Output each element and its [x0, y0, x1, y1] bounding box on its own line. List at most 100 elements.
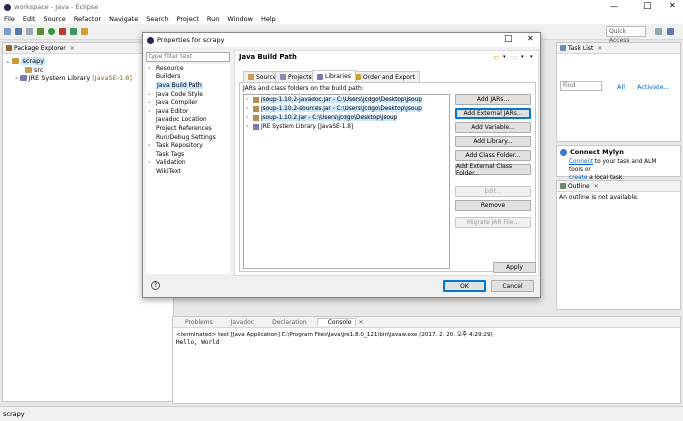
- build-path-entry[interactable]: › jsoup-1.10.2-sources.jar - C:\Users\jcd…: [244, 104, 449, 113]
- activate-link[interactable]: Activate...: [637, 83, 670, 91]
- tab-console[interactable]: Console: [316, 318, 356, 326]
- minimize-button[interactable]: —: [610, 2, 618, 11]
- close-view-icon[interactable]: ✕: [70, 45, 75, 52]
- open-type-icon[interactable]: [81, 28, 88, 35]
- java-perspective-icon[interactable]: [667, 28, 674, 35]
- nav-item-java-code-style[interactable]: › Java Code Style: [146, 90, 230, 99]
- nav-item-project-references[interactable]: Project References: [146, 124, 230, 133]
- task-find-input[interactable]: Find: [560, 81, 602, 91]
- add-variable-button[interactable]: Add Variable...: [455, 122, 531, 133]
- nav-item-javadoc-location[interactable]: Javadoc Location: [146, 116, 230, 125]
- menu-help[interactable]: Help: [261, 15, 276, 23]
- expand-icon[interactable]: ›: [246, 115, 253, 121]
- nav-item-task-tags[interactable]: Task Tags: [146, 150, 230, 159]
- menu-refactor[interactable]: Refactor: [74, 15, 101, 23]
- tab-declaration[interactable]: Declaration: [264, 319, 307, 326]
- expand-icon[interactable]: ›: [148, 142, 156, 149]
- all-link[interactable]: All: [617, 83, 625, 91]
- menu-window[interactable]: Window: [227, 15, 253, 23]
- dropdown-arrow-icon[interactable]: ▾: [503, 54, 506, 60]
- tree-item-project[interactable]: ⌄ scrapy: [5, 57, 46, 65]
- nav-item-wikitext[interactable]: WikiText: [146, 167, 230, 176]
- add-class-folder-button[interactable]: Add Class Folder...: [455, 150, 531, 161]
- expand-icon[interactable]: ›: [246, 106, 253, 112]
- tab-libraries[interactable]: Libraries: [312, 70, 356, 82]
- entry-label: JRE System Library [JavaSE-1.8]: [261, 123, 354, 130]
- outline-tab[interactable]: Outline ✕: [557, 181, 680, 192]
- menu-edit[interactable]: Edit: [23, 15, 36, 23]
- console-terminated-line: <terminated> test [Java Application] C:\…: [176, 332, 493, 338]
- maximize-button[interactable]: □: [643, 1, 652, 11]
- nav-item-java-compiler[interactable]: › Java Compiler: [146, 98, 230, 107]
- run-icon[interactable]: [48, 28, 55, 35]
- menu-search[interactable]: Search: [146, 15, 168, 23]
- close-button[interactable]: ✕: [669, 1, 676, 10]
- menu-project[interactable]: Project: [177, 15, 199, 23]
- build-path-entry[interactable]: › jsoup-1.10.2.jar - C:\Users\jcdgo\Deskt…: [244, 113, 449, 122]
- remove-button[interactable]: Remove: [455, 200, 531, 211]
- print-icon[interactable]: [26, 28, 33, 35]
- save-icon[interactable]: [15, 28, 22, 35]
- add-jars-button[interactable]: Add JARs...: [455, 94, 531, 105]
- task-list-tab[interactable]: Task List ✕: [557, 43, 680, 54]
- build-path-entry[interactable]: › JRE System Library [JavaSE-1.8]: [244, 122, 449, 131]
- debug-icon[interactable]: [37, 28, 44, 35]
- expand-icon[interactable]: ›: [246, 97, 253, 103]
- libraries-page: JARs and class folders on the build path…: [239, 82, 536, 272]
- edit-button[interactable]: Edit...: [455, 186, 531, 197]
- add-external-jars-button[interactable]: Add External JARs...: [455, 108, 531, 119]
- dropdown-arrow-icon[interactable]: ▾: [521, 54, 524, 60]
- tab-projects[interactable]: Projects: [275, 71, 317, 82]
- tree-item-jre[interactable]: › JRE System Library [JavaSE-1.8]: [15, 74, 132, 82]
- nav-item-label: Java Build Path: [156, 81, 203, 89]
- close-view-icon[interactable]: ✕: [359, 319, 364, 326]
- tab-problems[interactable]: Problems: [175, 319, 213, 326]
- forward-icon[interactable]: ⇨: [511, 53, 518, 62]
- new-icon[interactable]: [4, 28, 11, 35]
- close-view-icon[interactable]: ✕: [594, 183, 599, 190]
- dialog-close-button[interactable]: ✕: [527, 34, 534, 43]
- add-external-class-folder-button[interactable]: Add External Class Folder...: [455, 163, 531, 177]
- nav-item-task-repository[interactable]: › Task Repository: [146, 141, 230, 150]
- expand-icon[interactable]: ›: [148, 65, 156, 72]
- cancel-button[interactable]: Cancel: [491, 280, 534, 292]
- expand-icon[interactable]: ›: [246, 124, 253, 130]
- menu-run[interactable]: Run: [207, 15, 219, 23]
- menu-file[interactable]: File: [4, 15, 15, 23]
- tree-item-src[interactable]: src: [25, 66, 44, 74]
- expand-icon[interactable]: ›: [15, 74, 18, 82]
- tab-javadoc[interactable]: Javadoc: [223, 319, 254, 326]
- nav-item-label: Java Editor: [156, 107, 189, 115]
- menu-navigate[interactable]: Navigate: [109, 15, 138, 23]
- build-path-entry[interactable]: › jsoup-1.10.2-javadoc.jar - C:\Users\jcd…: [244, 95, 449, 104]
- help-button[interactable]: ?: [151, 281, 160, 290]
- connect-link[interactable]: Connect: [569, 159, 593, 165]
- expand-icon[interactable]: ›: [148, 99, 156, 106]
- apply-button[interactable]: Apply: [493, 262, 536, 273]
- ok-button[interactable]: OK: [443, 280, 486, 292]
- nav-item-resource[interactable]: › Resource: [146, 64, 230, 73]
- filter-input[interactable]: type filter text: [146, 52, 230, 62]
- perspective-icon[interactable]: [655, 28, 662, 35]
- eclipse-icon: [147, 36, 154, 44]
- menu-source[interactable]: Source: [43, 15, 65, 23]
- nav-item-java-build-path[interactable]: Java Build Path: [146, 81, 230, 90]
- expand-icon[interactable]: ›: [148, 159, 156, 166]
- expand-icon[interactable]: ›: [148, 91, 156, 98]
- tab-order-export[interactable]: Order and Export: [350, 71, 420, 82]
- nav-item-builders[interactable]: Builders: [146, 73, 230, 82]
- external-tools-icon[interactable]: [59, 28, 66, 35]
- view-menu-icon[interactable]: ▾: [530, 54, 533, 60]
- add-library-button[interactable]: Add Library...: [455, 136, 531, 147]
- nav-item-java-editor[interactable]: › Java Editor: [146, 107, 230, 116]
- close-view-icon[interactable]: ✕: [597, 45, 602, 52]
- collapse-icon[interactable]: ⌄: [5, 57, 10, 65]
- migrate-jar-button[interactable]: Migrate JAR File...: [455, 217, 531, 228]
- expand-icon[interactable]: ›: [148, 108, 156, 115]
- dialog-maximize-button[interactable]: □: [504, 34, 513, 44]
- new-class-icon[interactable]: [70, 28, 77, 35]
- nav-item-run-debug-settings[interactable]: Run/Debug Settings: [146, 133, 230, 142]
- quick-access-input[interactable]: Quick Access: [606, 26, 646, 44]
- nav-item-validation[interactable]: › Validation: [146, 159, 230, 168]
- back-icon[interactable]: ⇦: [493, 53, 500, 62]
